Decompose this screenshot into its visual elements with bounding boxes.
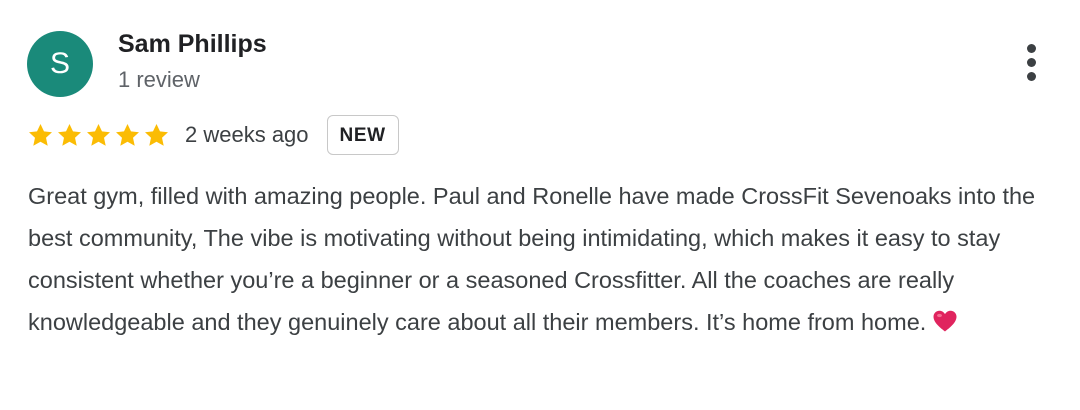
reviewer-name[interactable]: Sam Phillips (118, 30, 267, 59)
review-date: 2 weeks ago (185, 122, 309, 147)
star-icon (29, 123, 52, 146)
more-options-button[interactable] (1012, 40, 1052, 84)
avatar[interactable]: S (27, 31, 93, 97)
review-count: 1 review (118, 67, 200, 92)
red-heart-icon (932, 304, 958, 346)
star-icon (145, 123, 168, 146)
star-icon (58, 123, 81, 146)
star-icon (116, 123, 139, 146)
review-text: Great gym, filled with amazing people. P… (28, 175, 1058, 346)
review-meta: 2 weeks ago NEW (27, 113, 399, 157)
new-badge: NEW (326, 115, 399, 155)
review-body: Great gym, filled with amazing people. P… (28, 183, 1036, 335)
star-rating (27, 122, 170, 149)
review-card: S Sam Phillips 1 review 2 weeks ago NEW … (0, 0, 1080, 410)
star-icon (87, 123, 110, 146)
